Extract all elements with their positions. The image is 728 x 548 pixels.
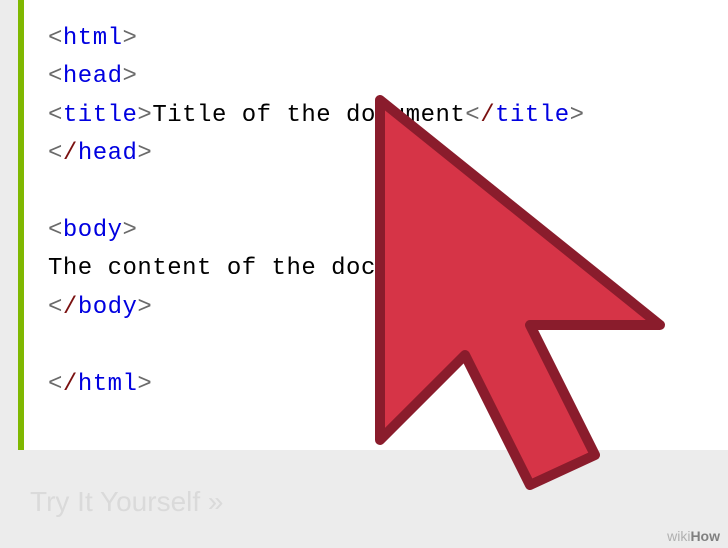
code-editor-panel: <html> <head> <title>Title of the docume… <box>18 0 728 450</box>
code-line: </body> <box>48 289 704 327</box>
watermark: wikiHow <box>667 528 720 544</box>
body-text: The content of the docu <box>48 255 391 282</box>
code-line-blank <box>48 174 704 212</box>
code-line: <body> <box>48 212 704 250</box>
faded-caption: Try It Yourself » <box>30 486 224 518</box>
code-line: </head> <box>48 135 704 173</box>
code-line: The content of the docu <box>48 250 704 288</box>
code-line: <title>Title of the document</title> <box>48 97 704 135</box>
code-line: <head> <box>48 58 704 96</box>
code-line: </html> <box>48 366 704 404</box>
code-line-blank <box>48 327 704 365</box>
code-line: <html> <box>48 20 704 58</box>
title-text: Title of the document <box>152 102 465 129</box>
